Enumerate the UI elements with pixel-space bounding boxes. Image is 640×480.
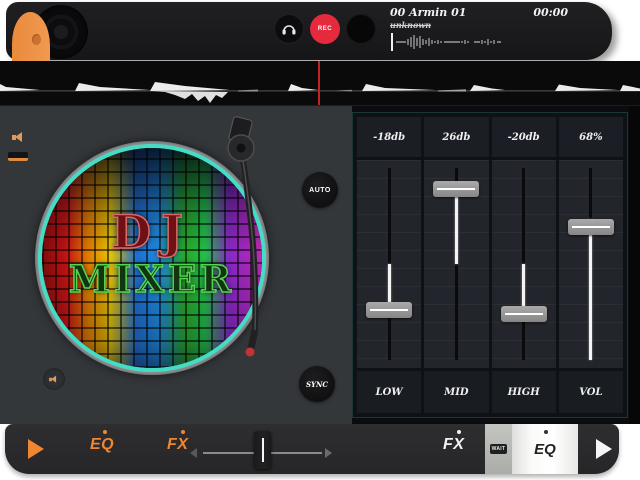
fx-right-indicator-dot [457, 430, 461, 434]
play-button-left[interactable] [28, 439, 44, 459]
track-info: 00 Armin 01 00:00 unknown [390, 6, 568, 51]
eq-value-low: -18db [357, 117, 421, 157]
track-title: 00 Armin 01 [390, 6, 466, 19]
eq-label-mid: MID [424, 371, 488, 413]
headphones-icon [281, 22, 297, 36]
cue-monitor-button[interactable] [43, 368, 65, 390]
mini-waveform[interactable] [390, 33, 520, 51]
disc-teal-ring: DJ MIXER [38, 144, 266, 372]
eq-slider-vol[interactable] [559, 160, 623, 368]
waveform-icon [0, 61, 640, 106]
speaker-icon [12, 132, 26, 143]
elapsed-time: 00:00 [533, 6, 568, 19]
speaker-icon [49, 375, 59, 383]
turntable-disc[interactable]: DJ MIXER [35, 141, 269, 375]
eq-value-high: -20db [492, 117, 556, 157]
top-bar: REC 00 Armin 01 00:00 unknown [6, 2, 612, 60]
eq-left-tab[interactable]: EQ [90, 436, 114, 454]
eq-right-tab-selected[interactable]: EQ [512, 424, 578, 474]
slider-handle[interactable] [501, 306, 547, 322]
sync-label: SYNC [306, 380, 328, 389]
wait-tab[interactable]: WAIT [485, 424, 512, 474]
bottom-bar: EQ FX FX WAIT EQ [5, 424, 619, 474]
deck-volume-gauge[interactable] [8, 152, 28, 161]
mini-waveform-icon [390, 33, 520, 51]
sync-button[interactable]: SYNC [299, 366, 335, 402]
eq-panel: -18db 26db -20db 68% [352, 112, 628, 418]
play-button-right[interactable] [596, 439, 612, 459]
panel-right-edge [629, 106, 640, 424]
fx-left-indicator-dot [181, 430, 185, 434]
eq-slider-high[interactable] [492, 160, 556, 368]
wait-label: WAIT [490, 444, 508, 454]
mini-waveform-cursor [391, 33, 393, 51]
slider-fill [589, 219, 592, 360]
fx-right-tab[interactable]: FX [443, 436, 464, 454]
slider-handle[interactable] [366, 302, 412, 318]
crossfader-handle[interactable] [254, 431, 271, 469]
eq-label-low: LOW [357, 371, 421, 413]
logo-ear-icon [32, 34, 41, 45]
fx-left-tab[interactable]: FX [167, 436, 188, 454]
crossfader-left-arrow-icon[interactable] [190, 448, 197, 458]
disc-title-line1: DJ [111, 212, 193, 252]
app-logo [6, 4, 126, 62]
eq-value-vol: 68% [559, 117, 623, 157]
eq-label-vol: VOL [559, 371, 623, 413]
eq-left-indicator-dot [103, 430, 107, 434]
track-artist: unknown [390, 20, 568, 30]
disc-title-line2: MIXER [69, 262, 235, 296]
eq-slider-mid[interactable] [424, 160, 488, 368]
playhead-line [318, 61, 320, 106]
auto-label: AUTO [309, 187, 331, 194]
eq-value-mid: 26db [424, 117, 488, 157]
rec-label: REC [318, 26, 332, 32]
deck-area: DJ MIXER AUTO SYNC -18db 26db [0, 106, 640, 424]
record-monitor-button[interactable] [346, 14, 376, 44]
eq-right-indicator-dot [544, 430, 548, 434]
slider-handle[interactable] [568, 219, 614, 235]
slider-fill [455, 189, 458, 264]
disc-artwork: DJ MIXER [42, 148, 262, 368]
waveform-strip[interactable] [0, 61, 640, 106]
eq-right-label: EQ [534, 441, 556, 458]
auto-button[interactable]: AUTO [302, 172, 338, 208]
eq-label-high: HIGH [492, 371, 556, 413]
deck-volume-indicator [12, 132, 26, 143]
dj-mixer-app: REC 00 Armin 01 00:00 unknown [0, 0, 640, 480]
crossfader-right-arrow-icon[interactable] [325, 448, 332, 458]
slider-handle[interactable] [433, 181, 479, 197]
rec-button[interactable]: REC [310, 14, 340, 44]
headphones-button[interactable] [274, 14, 304, 44]
eq-slider-low[interactable] [357, 160, 421, 368]
